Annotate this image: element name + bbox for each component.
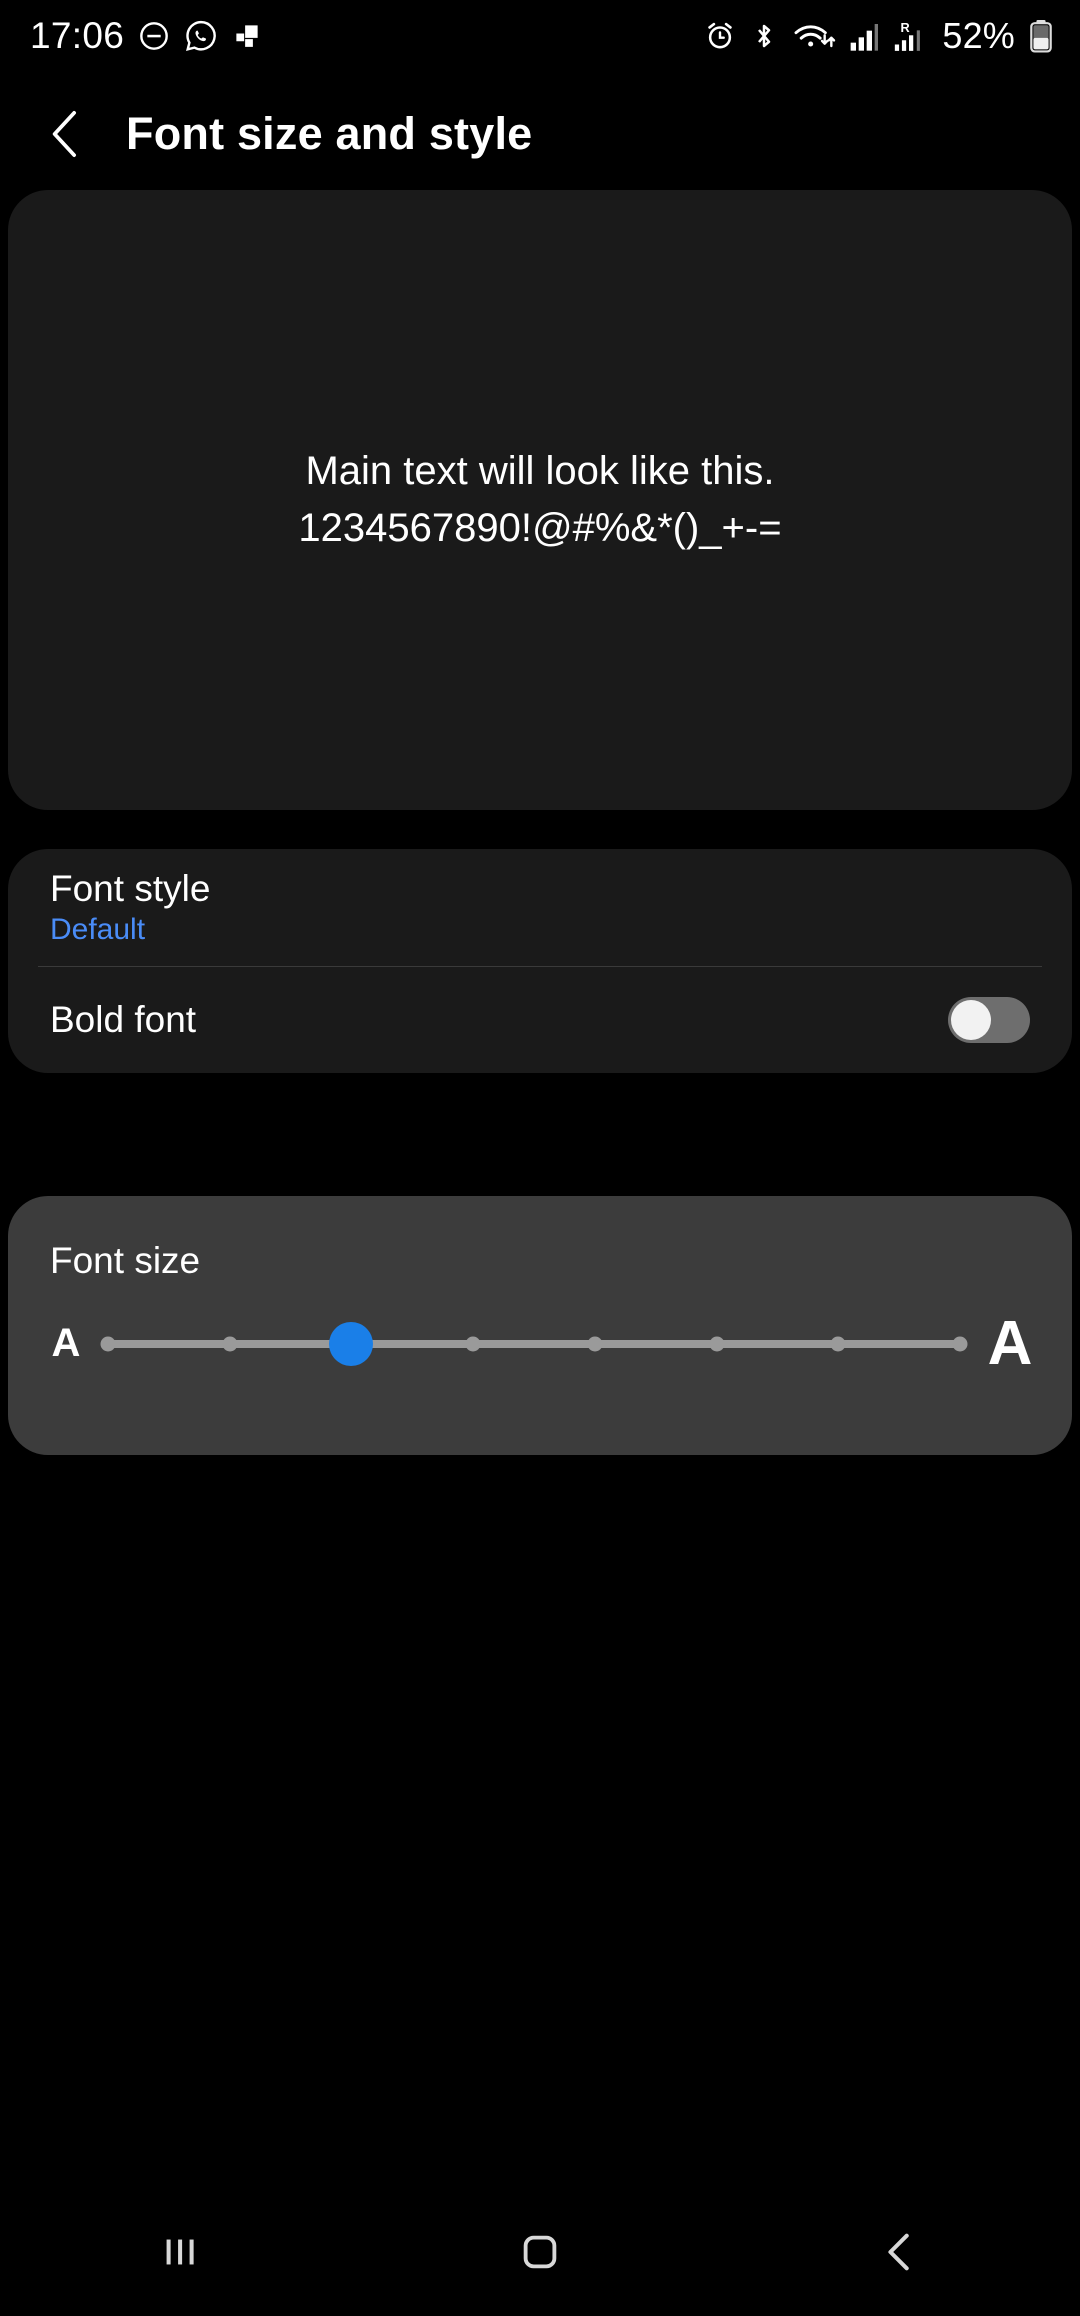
alarm-icon bbox=[704, 20, 736, 52]
small-a-label: A bbox=[51, 1321, 81, 1365]
font-style-row[interactable]: Font style Default bbox=[8, 849, 1072, 966]
font-style-value: Default bbox=[50, 913, 146, 946]
large-a-label: A bbox=[987, 1309, 1033, 1378]
slider-tick[interactable] bbox=[465, 1336, 481, 1351]
app-header: Font size and style bbox=[0, 88, 1080, 180]
status-bar-clock: 17:06 bbox=[30, 15, 125, 56]
bluetooth-icon bbox=[749, 21, 779, 51]
app-notification-icon bbox=[232, 21, 262, 51]
battery-percentage: 52% bbox=[942, 15, 1015, 56]
font-size-card: Font size A A bbox=[8, 1196, 1072, 1455]
page-title: Font size and style bbox=[126, 108, 533, 159]
battery-icon bbox=[1028, 19, 1054, 53]
svg-text:R: R bbox=[901, 20, 910, 35]
status-bar-right: R 52% bbox=[704, 15, 1054, 57]
navigation-bar bbox=[0, 2188, 1080, 2316]
preview-line-2: 1234567890!@#%&*()_+-= bbox=[298, 506, 782, 550]
preview-line-1: Main text will look like this. bbox=[305, 449, 775, 494]
wifi-icon bbox=[792, 20, 836, 52]
slider-tick[interactable] bbox=[222, 1336, 238, 1351]
bold-font-row[interactable]: Bold font bbox=[8, 967, 1072, 1073]
home-icon[interactable] bbox=[480, 2192, 600, 2312]
slider-tick[interactable] bbox=[100, 1336, 116, 1351]
status-bar: 17:06 R 52% bbox=[0, 0, 1080, 72]
toggle-knob bbox=[951, 1000, 991, 1040]
preview-text-block: Main text will look like this. 123456789… bbox=[298, 443, 781, 557]
do-not-disturb-icon bbox=[138, 20, 170, 52]
font-style-label: Font style bbox=[50, 868, 211, 909]
back-chevron-icon[interactable] bbox=[46, 108, 86, 160]
roaming-signal-icon: R bbox=[892, 19, 926, 53]
font-settings-card: Font style Default Bold font bbox=[8, 849, 1072, 1073]
whatsapp-icon bbox=[184, 19, 218, 53]
font-size-slider[interactable] bbox=[100, 1321, 968, 1366]
slider-tick[interactable] bbox=[709, 1336, 725, 1351]
slider-tick[interactable] bbox=[952, 1336, 968, 1351]
bold-font-label: Bold font bbox=[50, 999, 197, 1040]
font-preview-card: Main text will look like this. 123456789… bbox=[8, 190, 1072, 810]
font-size-label: Font size bbox=[50, 1240, 201, 1281]
status-bar-left: 17:06 bbox=[30, 15, 262, 57]
font-size-slider-row: A A bbox=[8, 1282, 1072, 1379]
recents-icon[interactable] bbox=[120, 2192, 240, 2312]
slider-thumb[interactable] bbox=[329, 1321, 374, 1366]
bold-font-toggle[interactable] bbox=[948, 997, 1030, 1043]
signal-bars-icon bbox=[849, 20, 879, 52]
back-icon[interactable] bbox=[840, 2192, 960, 2312]
slider-tick[interactable] bbox=[830, 1336, 846, 1351]
slider-tick[interactable] bbox=[587, 1336, 603, 1351]
